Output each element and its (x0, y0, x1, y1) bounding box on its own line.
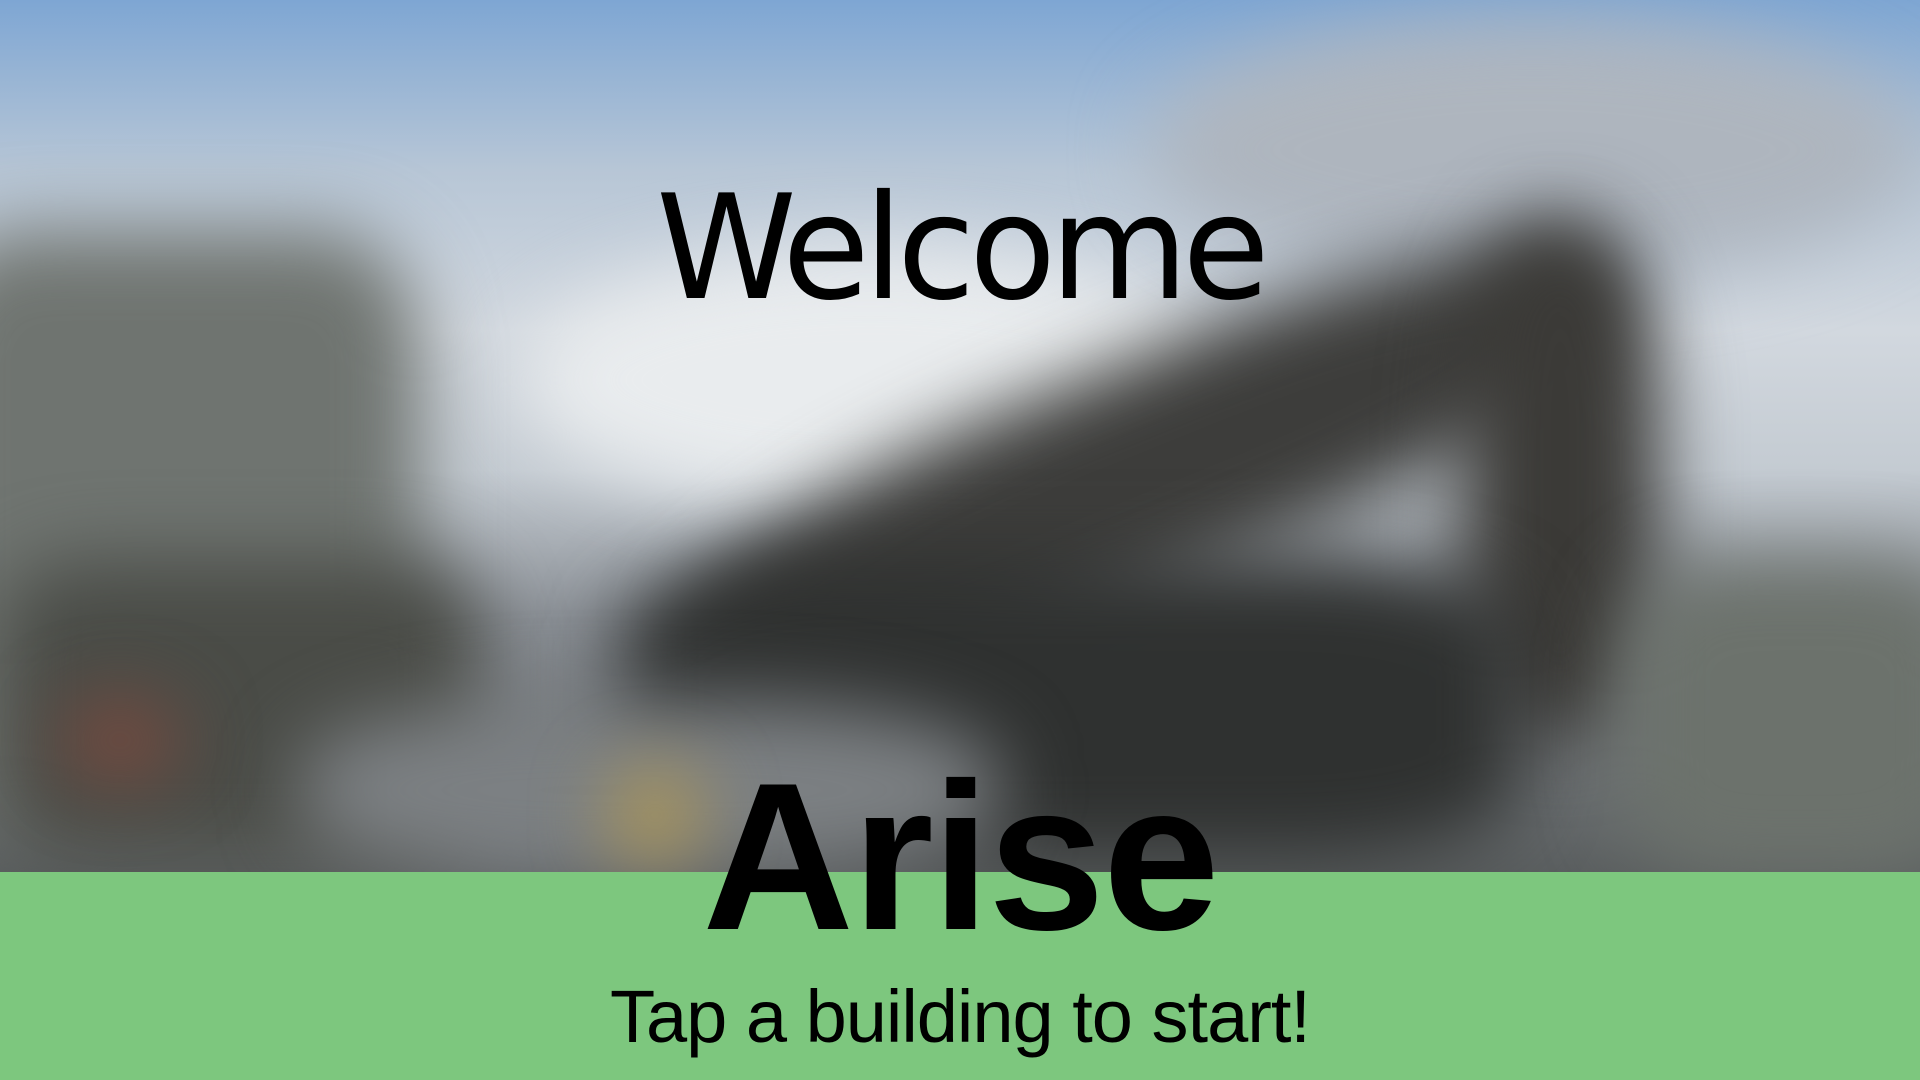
app-name-logo: Arise (702, 739, 1219, 974)
welcome-title: Welcome (656, 164, 1270, 333)
start-prompt: Tap a building to start! (610, 975, 1311, 1058)
welcome-screen: Welcome Arise Tap a building to start! (0, 0, 1920, 1080)
